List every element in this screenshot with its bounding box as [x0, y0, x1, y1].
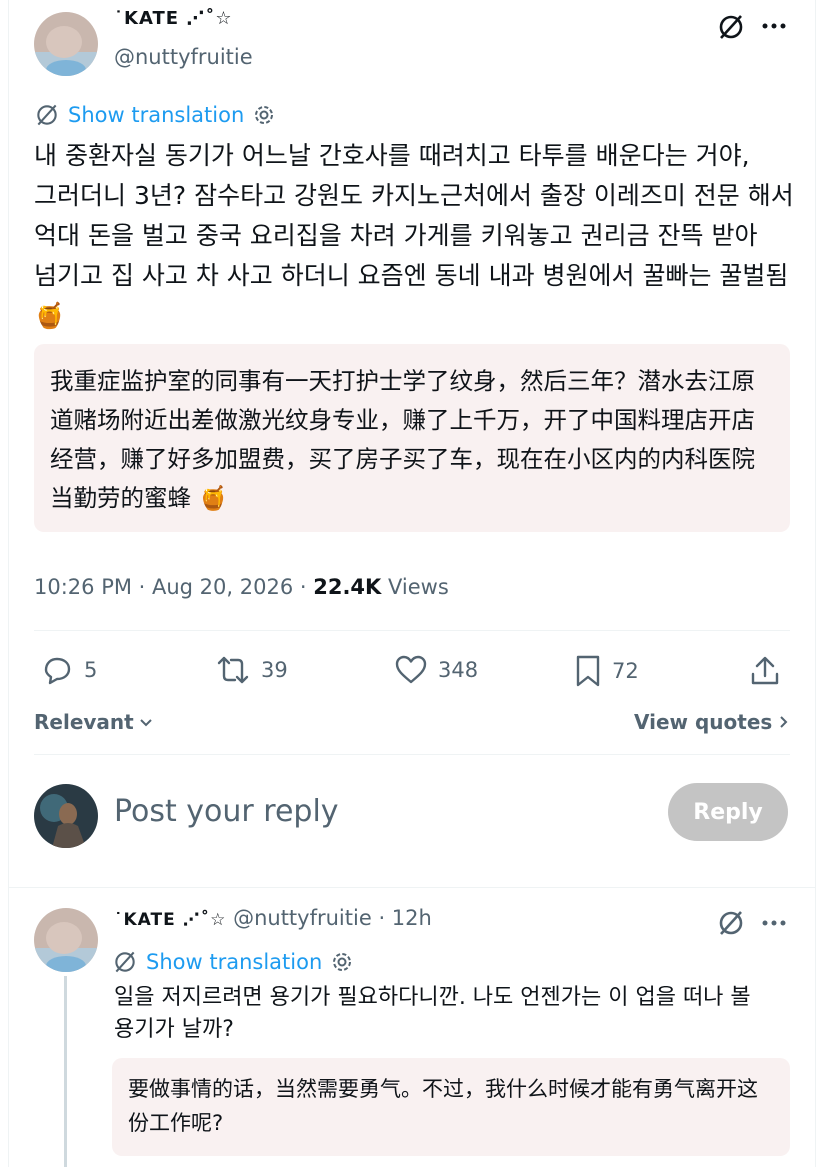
- views-count: 22.4K: [313, 575, 382, 599]
- grok-icon[interactable]: [716, 12, 746, 42]
- tweet-timestamp[interactable]: 10:26 PM · Aug 20, 2026 ·: [34, 575, 313, 599]
- grok-translate-icon: [34, 102, 60, 128]
- like-count: 348: [438, 658, 479, 682]
- settings-gear-icon[interactable]: [252, 103, 276, 127]
- more-options-icon[interactable]: [760, 14, 788, 38]
- reply-display-name[interactable]: ˙KATE ⋰˚☆: [114, 910, 226, 930]
- bookmark-action[interactable]: 72: [574, 654, 639, 688]
- author-handle[interactable]: @nuttyfruitie: [114, 45, 253, 69]
- chevron-down-icon: [138, 714, 154, 730]
- reply-button-label: Reply: [693, 799, 763, 825]
- current-user-avatar[interactable]: [34, 784, 98, 848]
- reply-text: 일을 저지르려면 용기가 필요하다니깐. 나도 언젠가는 이 업을 떠나 볼 용…: [114, 985, 751, 1042]
- bookmark-count: 72: [612, 659, 639, 683]
- divider: [34, 630, 790, 631]
- divider: [34, 754, 790, 755]
- translation-text: 我重症监护室的同事有一天打护士学了纹身，然后三年？潜水去江原道赌场附近出差做激光…: [50, 367, 755, 512]
- like-action[interactable]: 348: [394, 654, 478, 686]
- author-avatar[interactable]: [34, 12, 98, 76]
- reply-grok-translate-icon: [112, 949, 138, 975]
- translation-box: 我重症监护室的同事有一天打护士学了纹身，然后三年？潜水去江原道赌场附近出差做激光…: [34, 344, 790, 532]
- reply-action[interactable]: 5: [40, 654, 97, 686]
- reply-separator: ·: [371, 906, 392, 930]
- share-icon[interactable]: [748, 654, 782, 688]
- reply-count: 5: [84, 658, 98, 682]
- reply-settings-gear-icon[interactable]: [330, 950, 354, 974]
- right-border: [815, 0, 816, 1167]
- reply-header: ˙KATE ⋰˚☆ @nuttyfruitie · 12h: [114, 906, 432, 930]
- retweet-count: 39: [261, 658, 288, 682]
- reply-author-avatar[interactable]: [34, 908, 98, 972]
- bookmark-icon: [574, 654, 602, 688]
- relevant-label: Relevant: [34, 710, 134, 734]
- heart-icon: [394, 654, 428, 686]
- reply-button[interactable]: Reply: [668, 783, 788, 841]
- show-translation[interactable]: Show translation: [34, 102, 276, 128]
- chevron-right-icon: [778, 714, 790, 730]
- reply-input[interactable]: Post your reply: [114, 794, 339, 829]
- retweet-icon: [215, 654, 251, 686]
- tweet-text: 내 중환자실 동기가 어느날 간호사를 때려치고 타투를 배운다는 거야, 그러…: [34, 141, 794, 330]
- reply-translation-box: 要做事情的话，当然需要勇气。不过，我什么时候才能有勇气离开这份工作呢?: [112, 1058, 790, 1156]
- view-quotes-label: View quotes: [634, 710, 773, 734]
- reply-handle[interactable]: @nuttyfruitie: [233, 906, 372, 930]
- reply-grok-icon[interactable]: [716, 908, 746, 938]
- retweet-action[interactable]: 39: [215, 654, 288, 686]
- views-label: Views: [381, 575, 449, 599]
- relevant-sort[interactable]: Relevant: [34, 710, 154, 734]
- view-quotes-link[interactable]: View quotes: [634, 710, 790, 734]
- reply-translation-text: 要做事情的话，当然需要勇气。不过，我什么时候才能有勇气离开这份工作呢?: [128, 1077, 758, 1135]
- tweet-meta: 10:26 PM · Aug 20, 2026 · 22.4K Views: [34, 575, 449, 599]
- show-translation-label[interactable]: Show translation: [68, 103, 244, 127]
- section-separator: [8, 887, 816, 888]
- reply-icon: [40, 654, 74, 686]
- reply-show-translation-label[interactable]: Show translation: [146, 950, 322, 974]
- reply-show-translation[interactable]: Show translation: [112, 949, 354, 975]
- author-display-name[interactable]: ˙KATE ⋰˚☆: [114, 8, 232, 29]
- left-border: [8, 0, 9, 1167]
- reply-more-options-icon[interactable]: [760, 911, 788, 935]
- thread-line: [64, 976, 67, 1167]
- reply-time[interactable]: 12h: [392, 906, 432, 930]
